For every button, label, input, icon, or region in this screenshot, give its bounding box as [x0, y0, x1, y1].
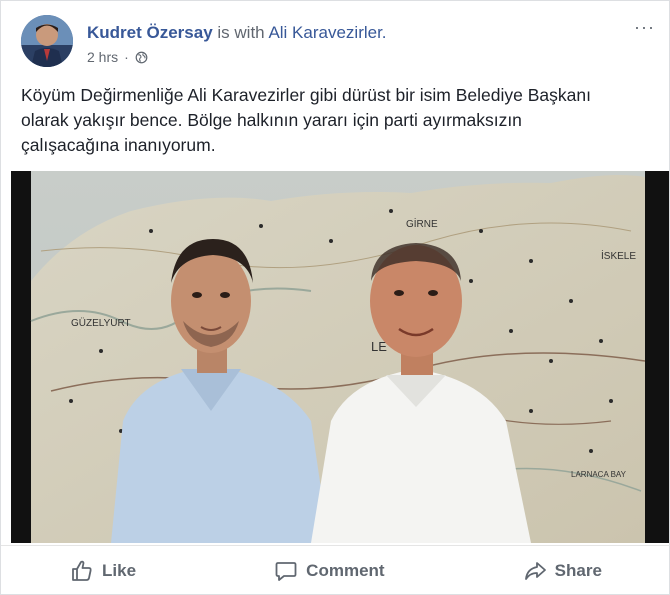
post-header: Kudret Özersay is with Ali Karavezirler.… — [21, 15, 654, 73]
author-name-link[interactable]: Kudret Özersay — [87, 23, 213, 42]
with-text: is with — [217, 23, 265, 42]
meta-separator: · — [124, 49, 129, 65]
post-text-line: çalışacağına inanıyorum. — [21, 135, 216, 155]
comment-button[interactable]: Comment — [260, 553, 398, 589]
timestamp-link[interactable]: 2 hrs — [87, 49, 118, 65]
map-label: LARNACA BAY — [571, 470, 627, 479]
map-label: GÜZELYURT — [71, 317, 131, 329]
facebook-post: Kudret Özersay is with Ali Karavezirler.… — [0, 0, 670, 595]
post-actions-bar: Like Comment Share — [1, 545, 670, 595]
share-label: Share — [554, 560, 602, 580]
like-label: Like — [102, 560, 137, 580]
comment-bubble-icon — [275, 561, 297, 581]
post-text: Köyüm Değirmenliğe Ali Karavezirler gibi… — [21, 83, 649, 158]
map-label: İSKELE — [601, 249, 636, 262]
share-button[interactable]: Share — [509, 553, 616, 589]
post-meta: 2 hrs · — [87, 49, 148, 65]
thumbs-up-icon — [72, 560, 92, 581]
author-line: Kudret Özersay is with Ali Karavezirler. — [87, 23, 387, 43]
post-text-line: Köyüm Değirmenliğe Ali Karavezirler gibi… — [21, 85, 591, 105]
comment-label: Comment — [306, 560, 385, 580]
map-label: GİRNE — [406, 217, 438, 230]
post-options-icon[interactable]: ··· — [634, 17, 655, 38]
globe-icon[interactable] — [135, 51, 148, 64]
author-avatar[interactable] — [21, 15, 73, 67]
tagged-user-link[interactable]: Ali Karavezirler. — [268, 23, 386, 42]
post-photo[interactable]: GİRNE GÜZELYURT İSKELE LE LARNACA BAY — [11, 171, 669, 543]
share-arrow-icon — [524, 561, 546, 580]
like-button[interactable]: Like — [56, 553, 150, 589]
post-text-line: olarak yakışır bence. Bölge halkının yar… — [21, 110, 522, 130]
